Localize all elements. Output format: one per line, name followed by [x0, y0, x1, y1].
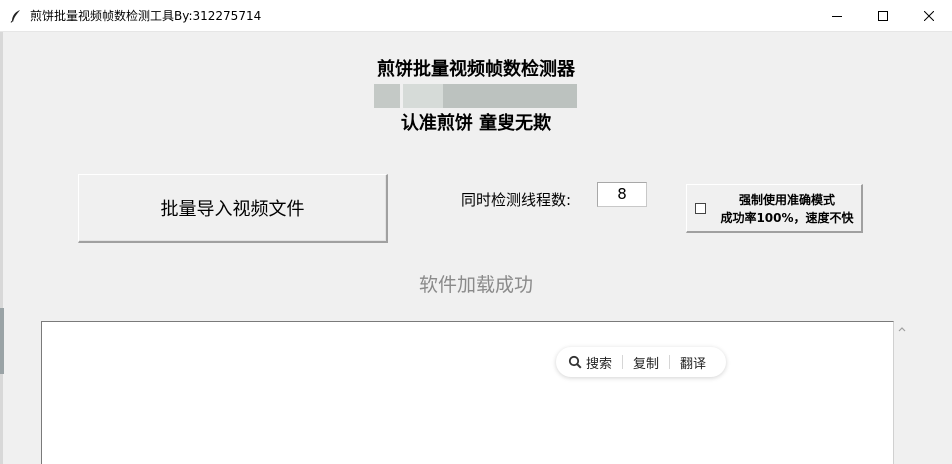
search-action[interactable]: 搜索 — [568, 353, 612, 372]
maximize-icon — [878, 11, 888, 21]
status-message: 软件加载成功 — [418, 274, 533, 296]
window-edge-mark — [0, 308, 4, 374]
accurate-mode-checkbox[interactable] — [695, 203, 706, 214]
thread-count-label: 同时检测线程数: — [461, 191, 572, 209]
search-icon — [568, 355, 582, 369]
app-heading: 煎饼批量视频帧数检测器 — [377, 59, 575, 80]
window-edge — [0, 32, 3, 464]
window-title: 煎饼批量视频帧数检测工具By:312275714 — [30, 9, 262, 23]
search-action-label: 搜索 — [586, 356, 613, 372]
maximize-button[interactable] — [860, 0, 906, 32]
close-icon — [924, 11, 934, 21]
import-videos-button[interactable]: 批量导入视频文件 — [78, 174, 388, 243]
thread-count-input[interactable]: 8 — [597, 182, 647, 207]
log-textarea[interactable] — [41, 321, 894, 464]
minimize-icon — [832, 16, 842, 17]
translate-action[interactable]: 翻译 — [680, 353, 706, 372]
scroll-up-icon[interactable] — [896, 323, 908, 335]
title-bar[interactable]: 煎饼批量视频帧数检测工具By:312275714 — [0, 0, 952, 32]
redaction-block — [403, 84, 443, 108]
accurate-mode-label: 强制使用准确模式 成功率100%，速度不快 — [713, 191, 861, 227]
toolbar-divider — [669, 355, 671, 369]
accurate-mode-note: 成功率100%，速度不快 — [720, 211, 854, 225]
feather-icon — [10, 10, 20, 23]
copy-action[interactable]: 复制 — [633, 353, 659, 372]
accurate-mode-title: 强制使用准确模式 — [738, 193, 835, 207]
redaction-block — [443, 84, 577, 108]
close-button[interactable] — [906, 0, 952, 32]
minimize-button[interactable] — [814, 0, 860, 32]
accurate-mode-toggle[interactable]: 强制使用准确模式 成功率100%，速度不快 — [686, 184, 863, 233]
redaction-block — [374, 84, 400, 108]
slogan: 认准煎饼 童叟无欺 — [400, 113, 552, 134]
toolbar-divider — [622, 355, 624, 369]
text-selection-toolbar: 搜索 复制 翻译 — [556, 347, 726, 377]
